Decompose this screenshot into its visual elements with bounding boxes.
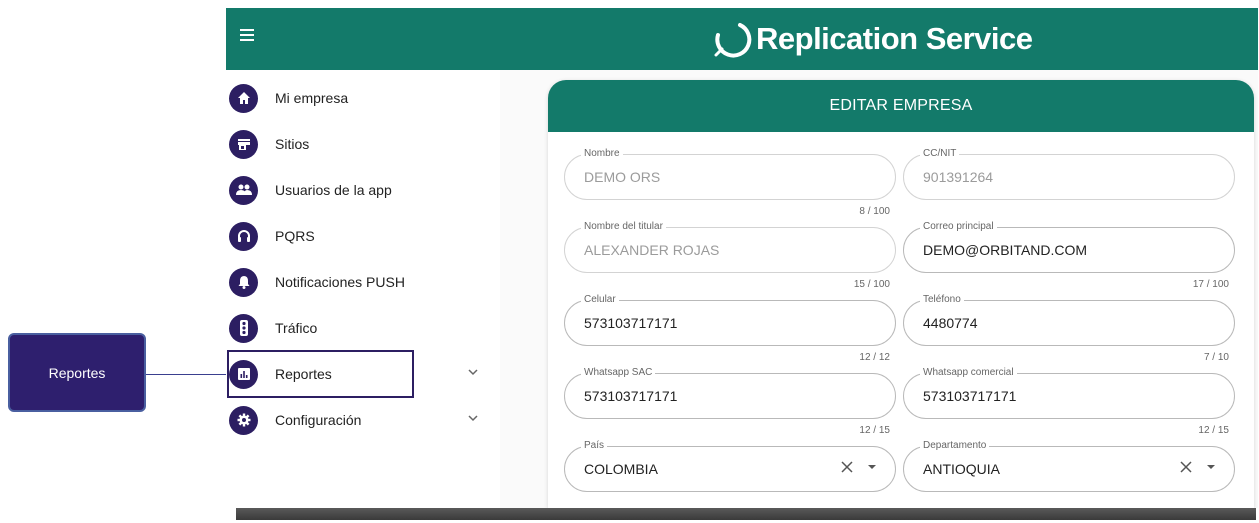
field-label: Departamento	[920, 440, 990, 452]
sidebar-item-configuracion[interactable]: Configuración	[229, 398, 499, 442]
char-counter: 15 / 100	[853, 279, 890, 290]
field-value: 4480774	[923, 315, 978, 331]
clear-icon[interactable]	[1180, 461, 1192, 473]
celular-field[interactable]: Celular 573103717171	[564, 294, 896, 346]
field-value: ALEXANDER ROJAS	[584, 242, 720, 258]
bell-icon	[229, 267, 258, 297]
sidebar-item-label: Configuración	[275, 412, 362, 428]
callout-label: Reportes	[48, 364, 106, 381]
sidebar-item-usuarios[interactable]: Usuarios de la app	[229, 168, 499, 212]
departamento-select[interactable]: Departamento ANTIOQUIA	[903, 440, 1235, 492]
sidebar-item-label: PQRS	[275, 228, 315, 244]
field-label: País	[581, 440, 608, 452]
whatsapp-comercial-field[interactable]: Whatsapp comercial 573103717171	[903, 367, 1235, 419]
field-label: Nombre	[581, 148, 623, 160]
field-value: 901391264	[923, 169, 994, 185]
edit-company-card: EDITAR EMPRESA Nombre DEMO ORS 8 / 100 C…	[548, 80, 1254, 508]
clear-icon[interactable]	[841, 461, 853, 473]
char-counter: 17 / 100	[1192, 279, 1229, 290]
field-label: Celular	[581, 294, 619, 306]
users-icon	[229, 175, 258, 205]
char-counter: 12 / 12	[859, 352, 890, 363]
card-title: EDITAR EMPRESA	[548, 80, 1254, 132]
highlight-frame	[227, 350, 414, 398]
field-value: COLOMBIA	[584, 461, 658, 477]
chevron-down-icon[interactable]	[467, 366, 479, 378]
titular-field[interactable]: Nombre del titular ALEXANDER ROJAS	[564, 221, 896, 273]
correo-field[interactable]: Correo principal DEMO@ORBITAND.COM	[903, 221, 1235, 273]
top-bar: Replication Service	[226, 8, 1258, 70]
callout-connector-line	[146, 374, 228, 375]
sidebar-item-label: Sitios	[275, 136, 310, 152]
field-label: Teléfono	[920, 294, 964, 306]
char-counter: 12 / 15	[859, 425, 890, 436]
select-controls	[1180, 461, 1216, 473]
nombre-field[interactable]: Nombre DEMO ORS	[564, 148, 896, 200]
whatsapp-sac-field[interactable]: Whatsapp SAC 573103717171	[564, 367, 896, 419]
sidebar-item-label: Usuarios de la app	[275, 182, 392, 198]
gear-icon	[229, 405, 258, 435]
field-value: DEMO@ORBITAND.COM	[923, 242, 1088, 258]
app-title: Replication Service	[756, 21, 1033, 56]
field-label: Whatsapp comercial	[920, 367, 1017, 379]
ccnit-field[interactable]: CC/NIT 901391264	[903, 148, 1235, 200]
sidebar-item-sitios[interactable]: Sitios	[229, 122, 499, 166]
dropdown-arrow-icon[interactable]	[1206, 464, 1216, 470]
field-value: ANTIOQUIA	[923, 461, 1001, 477]
headset-icon	[229, 221, 258, 251]
dropdown-arrow-icon[interactable]	[867, 464, 877, 470]
hamburger-menu-icon[interactable]	[240, 29, 254, 41]
sidebar-item-label: Notificaciones PUSH	[275, 274, 405, 290]
sidebar-item-trafico[interactable]: Tráfico	[229, 306, 499, 350]
field-value: DEMO ORS	[584, 169, 661, 185]
store-icon	[229, 129, 258, 159]
sidebar: Mi empresa Sitios Usuarios de la app PQR…	[226, 70, 501, 508]
char-counter: 8 / 100	[859, 206, 890, 217]
sidebar-item-label: Tráfico	[275, 320, 318, 336]
app-logo: Replication Service	[712, 16, 1033, 62]
field-label: CC/NIT	[920, 148, 960, 160]
chevron-down-icon[interactable]	[467, 412, 479, 424]
sidebar-item-reportes[interactable]: Reportes	[227, 350, 499, 398]
char-counter: 7 / 10	[1203, 352, 1229, 363]
field-label: Whatsapp SAC	[581, 367, 656, 379]
main-content: EDITAR EMPRESA Nombre DEMO ORS 8 / 100 C…	[500, 70, 1258, 508]
home-icon	[229, 83, 258, 113]
field-label: Correo principal	[920, 221, 997, 233]
field-label: Nombre del titular	[581, 221, 666, 233]
sidebar-item-mi-empresa[interactable]: Mi empresa	[229, 76, 499, 120]
sidebar-item-label: Mi empresa	[275, 90, 349, 106]
field-value: 573103717171	[584, 315, 678, 331]
select-controls	[841, 461, 877, 473]
field-value: 573103717171	[584, 388, 678, 404]
sidebar-item-pqrs[interactable]: PQRS	[229, 214, 499, 258]
field-value: 573103717171	[923, 388, 1017, 404]
reportes-callout: Reportes	[8, 333, 146, 412]
sidebar-item-notificaciones[interactable]: Notificaciones PUSH	[229, 260, 499, 304]
app-window: Replication Service Mi empresa Sitios Us…	[226, 8, 1258, 508]
pais-select[interactable]: País COLOMBIA	[564, 440, 896, 492]
logo-ring-icon	[714, 23, 752, 58]
char-counter: 12 / 15	[1198, 425, 1229, 436]
telefono-field[interactable]: Teléfono 4480774	[903, 294, 1235, 346]
traffic-light-icon	[229, 313, 258, 343]
